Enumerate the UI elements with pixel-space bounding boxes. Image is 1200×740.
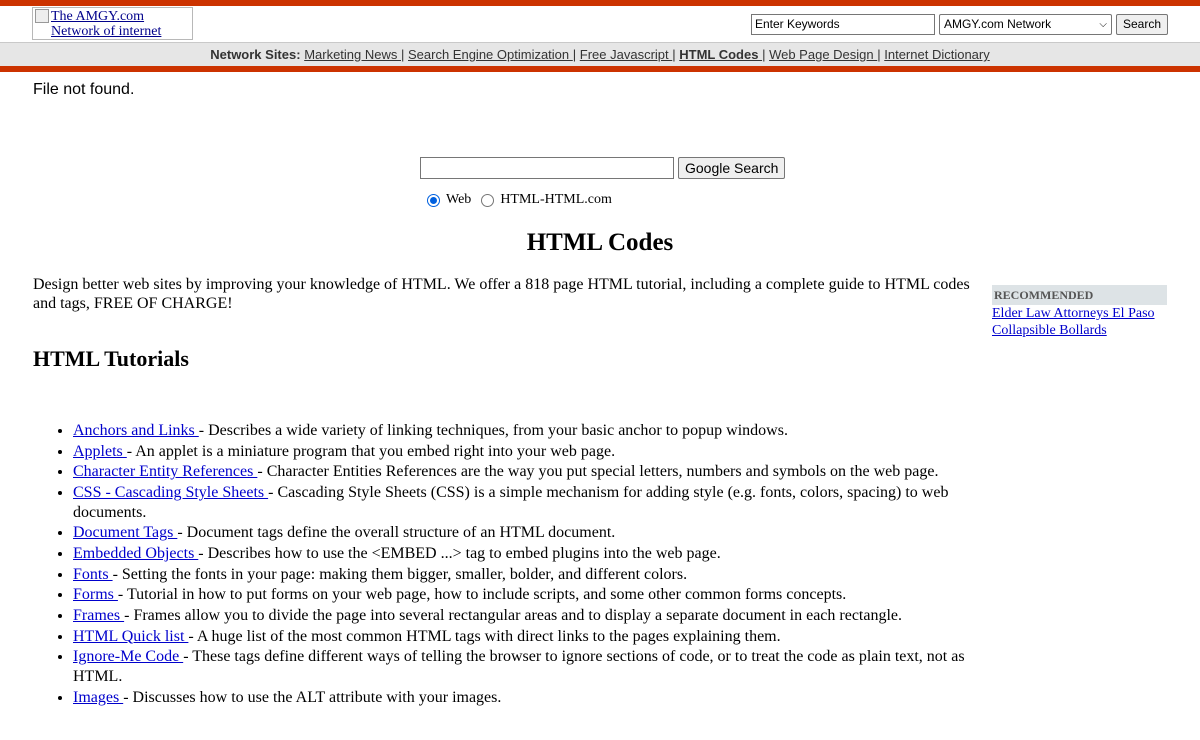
search-scope-radios: Web HTML-HTML.com [427, 192, 612, 208]
broken-image-icon [35, 9, 49, 23]
network-sites-label: Network Sites: [210, 47, 301, 62]
tutorial-link[interactable]: Images [73, 689, 123, 706]
tutorial-link[interactable]: Applets [73, 443, 127, 460]
list-item: Document Tags - Document tags define the… [73, 523, 973, 543]
list-item: Embedded Objects - Describes how to use … [73, 544, 973, 564]
tutorial-desc: - A huge list of the most common HTML ta… [188, 627, 781, 645]
tutorial-link[interactable]: Embedded Objects [73, 545, 198, 562]
tutorial-link[interactable]: Document Tags [73, 524, 177, 541]
search-button[interactable]: Search [1115, 13, 1168, 35]
recommended-box: RECOMMENDED Elder Law Attorneys El Paso … [992, 285, 1167, 339]
tutorial-desc: - Document tags define the overall struc… [177, 524, 616, 542]
tutorial-desc: - Frames allow you to divide the page in… [124, 607, 903, 624]
list-item: HTML Quick list - A huge list of the mos… [73, 627, 973, 647]
tutorial-desc: - Describes how to use the <EMBED ...> t… [198, 544, 721, 562]
site-logo[interactable]: The AMGY.com Network of internet [32, 7, 193, 40]
list-item: Anchors and Links - Describes a wide var… [73, 421, 973, 441]
radio-web[interactable] [427, 193, 440, 207]
tutorial-desc: - Setting the fonts in your page: making… [112, 565, 688, 583]
list-item: Images - Discusses how to use the ALT at… [73, 688, 973, 708]
list-item: Frames - Frames allow you to divide the … [73, 606, 973, 626]
keyword-search-input[interactable] [750, 13, 935, 35]
radio-site[interactable] [481, 193, 495, 207]
tutorials-list: Anchors and Links - Describes a wide var… [33, 421, 973, 708]
tutorials-heading: HTML Tutorials [33, 346, 189, 371]
tutorial-desc: - Character Entities References are the … [257, 463, 939, 481]
network-select-value: AMGY.com Network [943, 17, 1052, 31]
recommended-heading: RECOMMENDED [992, 285, 1167, 305]
list-item: Character Entity References - Character … [73, 462, 973, 482]
nav-link-internet-dictionary[interactable]: Internet Dictionary [884, 47, 990, 62]
chevron-down-icon: ⌵ [1099, 18, 1107, 30]
radio-web-label: Web [446, 192, 472, 207]
bottom-accent-bar [0, 66, 1200, 72]
list-item: CSS - Cascading Style Sheets - Cascading… [73, 483, 973, 522]
tutorial-desc: - Describes a wide variety of linking te… [198, 422, 788, 439]
network-sites-nav: Network Sites: Marketing News | Search E… [0, 42, 1200, 66]
list-item: Fonts - Setting the fonts in your page: … [73, 565, 973, 585]
google-search-input[interactable] [420, 157, 674, 179]
tutorial-link[interactable]: CSS - Cascading Style Sheets [73, 484, 268, 501]
tutorial-desc: - These tags define different ways of te… [73, 648, 965, 685]
recommended-links: Elder Law Attorneys El Paso Collapsible … [992, 305, 1167, 339]
tutorial-desc: - An applet is a miniature program that … [126, 442, 616, 460]
google-search-button[interactable]: Google Search [678, 157, 786, 179]
nav-link-html-codes[interactable]: HTML Codes [679, 47, 762, 62]
top-accent-bar [0, 0, 1200, 6]
page-title: HTML Codes [526, 229, 674, 256]
tutorial-link[interactable]: Character Entity References [73, 463, 257, 480]
tutorial-desc: - Tutorial in how to put forms on your w… [117, 586, 847, 604]
tutorial-link[interactable]: Ignore-Me Code [73, 648, 183, 665]
radio-site-label: HTML-HTML.com [500, 192, 612, 207]
network-select[interactable]: AMGY.com Network ⌵ [938, 13, 1112, 35]
error-message: File not found. [33, 81, 135, 98]
tutorial-link[interactable]: Frames [73, 607, 124, 624]
list-item: Ignore-Me Code - These tags define diffe… [73, 647, 973, 686]
network-search: AMGY.com Network ⌵ Search [750, 13, 1168, 35]
tutorial-link[interactable]: HTML Quick list [73, 628, 188, 645]
tutorial-link[interactable]: Fonts [73, 566, 113, 583]
list-item: Forms - Tutorial in how to put forms on … [73, 585, 973, 605]
tutorial-link[interactable]: Forms [73, 586, 118, 603]
recommended-link-bollards[interactable]: Collapsible Bollards [992, 322, 1167, 339]
tutorial-link[interactable]: Anchors and Links [73, 422, 199, 439]
google-search-form: Google Search [420, 157, 786, 179]
nav-link-web-page-design[interactable]: Web Page Design [769, 47, 877, 62]
logo-alt-text-1: The AMGY.com [51, 9, 145, 24]
list-item: Applets - An applet is a miniature progr… [73, 442, 973, 462]
tutorial-desc: - Discusses how to use the ALT attribute… [123, 688, 502, 706]
nav-link-seo[interactable]: Search Engine Optimization [408, 47, 573, 62]
recommended-link-elder-law[interactable]: Elder Law Attorneys El Paso [992, 305, 1167, 322]
nav-link-free-javascript[interactable]: Free Javascript [580, 47, 672, 62]
nav-link-marketing-news[interactable]: Marketing News [304, 47, 401, 62]
intro-paragraph: Design better web sites by improving you… [33, 276, 970, 312]
logo-alt-text-2: Network of internet [51, 24, 162, 39]
